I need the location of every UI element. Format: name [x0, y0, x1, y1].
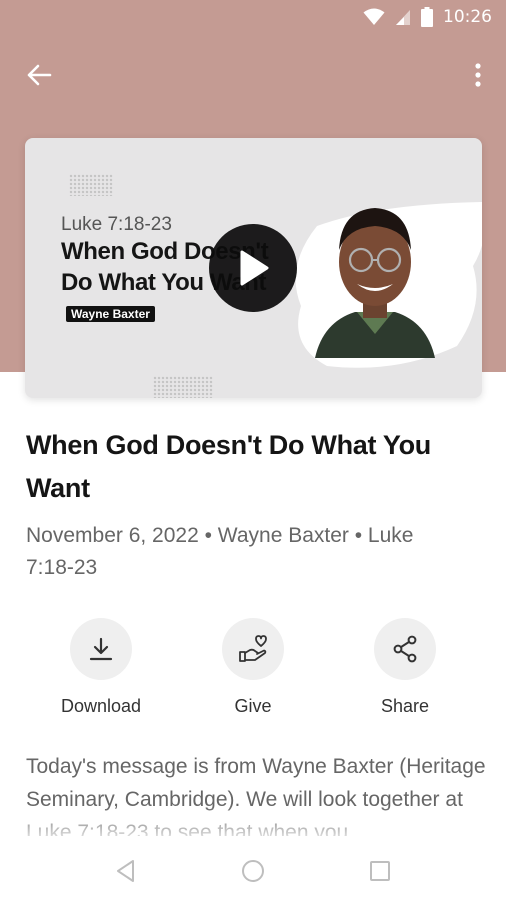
thumbnail-speaker-tag: Wayne Baxter [66, 306, 155, 322]
play-icon [240, 250, 269, 286]
nav-back-icon[interactable] [113, 858, 139, 884]
nav-recents-icon[interactable] [367, 858, 393, 884]
sermon-title: When God Doesn't Do What You Want [26, 430, 431, 503]
speaker-photo [315, 208, 435, 358]
download-action[interactable]: Download [51, 618, 151, 717]
status-bar: 10:26 [0, 0, 506, 36]
share-label: Share [380, 696, 430, 716]
status-icons: 10:26 [363, 7, 492, 27]
sermon-meta: November 6, 2022 • Wayne Baxter • Luke 7… [26, 524, 414, 579]
download-icon [89, 637, 113, 661]
share-action[interactable]: Share [355, 618, 455, 717]
more-vertical-icon [475, 63, 481, 87]
give-hand-heart-icon [239, 635, 267, 662]
give-action[interactable]: Give [203, 618, 303, 717]
system-navigation-bar [0, 842, 506, 900]
download-label: Download [60, 696, 142, 716]
give-button[interactable] [222, 618, 284, 680]
share-icon [393, 635, 417, 663]
description-fade [0, 806, 506, 846]
decorative-dots-bottom [153, 376, 213, 398]
play-button[interactable] [209, 224, 297, 312]
share-button[interactable] [374, 618, 436, 680]
nav-home-icon[interactable] [240, 858, 266, 884]
battery-icon [421, 7, 433, 27]
decorative-dots-top [69, 174, 113, 196]
download-button[interactable] [70, 618, 132, 680]
thumbnail-scripture: Luke 7:18-23 [61, 214, 172, 235]
video-thumbnail[interactable]: Luke 7:18-23 When God Doesn't Do What Yo… [25, 138, 482, 398]
back-button[interactable] [22, 58, 56, 92]
signal-icon [396, 10, 410, 25]
app-bar [0, 52, 506, 96]
more-options-button[interactable] [466, 58, 490, 92]
arrow-left-icon [27, 64, 52, 86]
give-label: Give [234, 696, 272, 716]
wifi-icon [363, 8, 385, 25]
status-time: 10:26 [443, 7, 492, 27]
